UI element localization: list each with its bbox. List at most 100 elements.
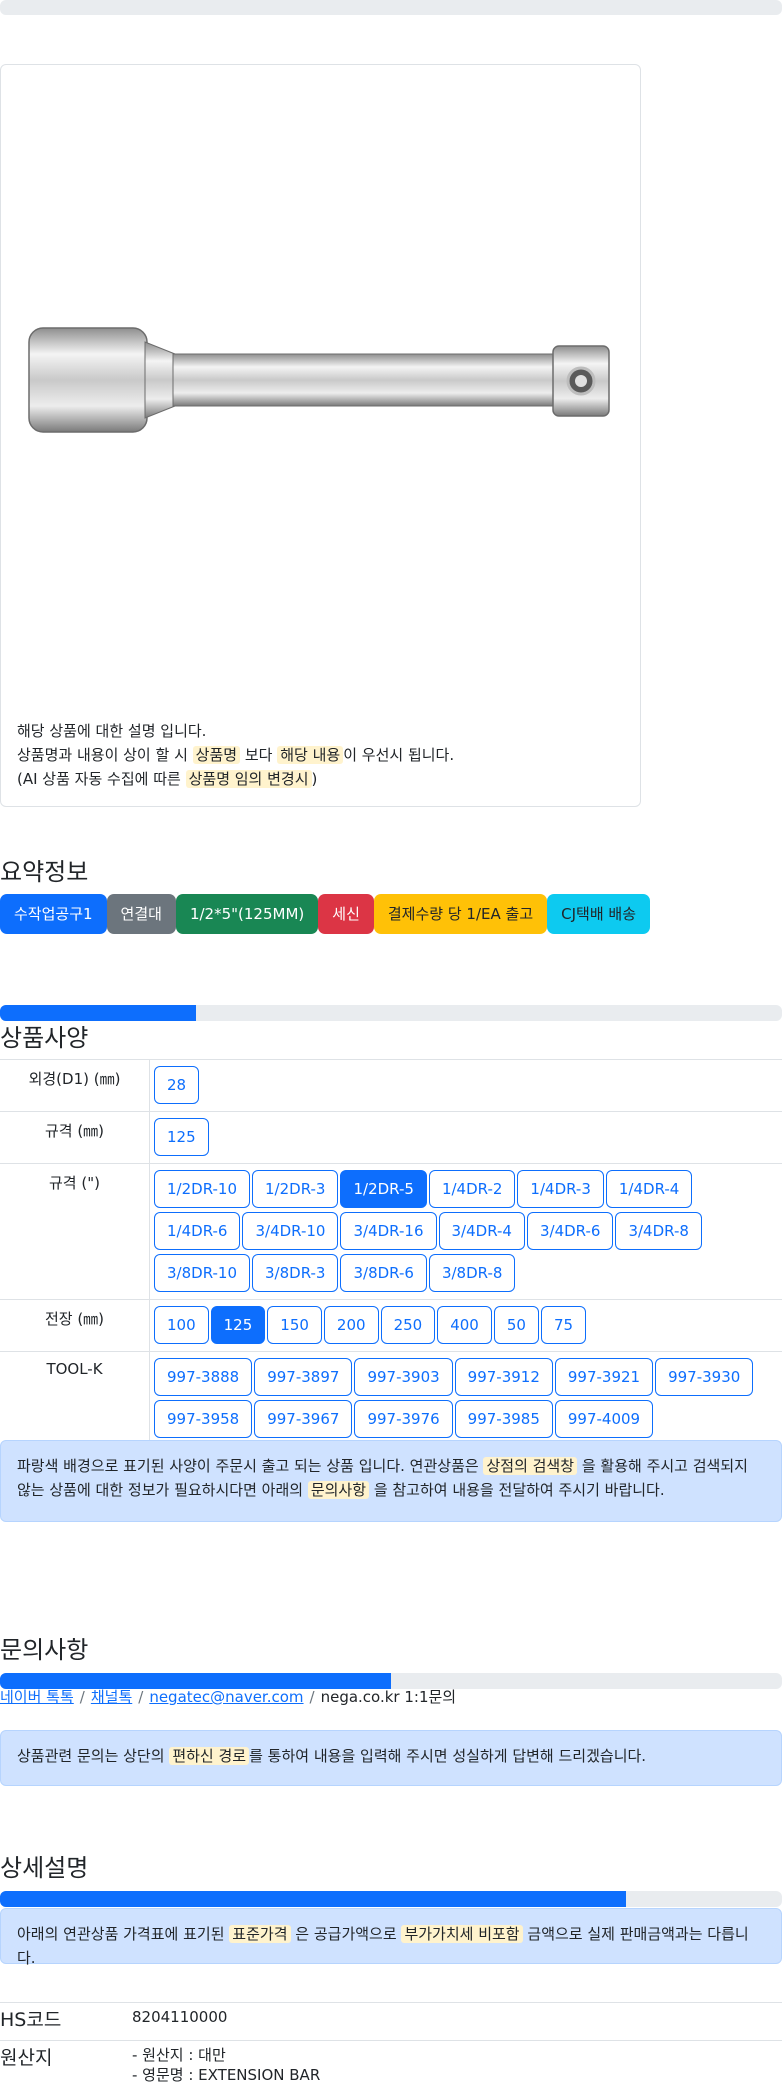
spec-option[interactable]: 1/4DR-2 xyxy=(428,1170,516,1208)
spec-option[interactable]: 3/8DR-3 xyxy=(252,1254,339,1292)
naver-talk-link[interactable]: 네이버 톡톡 xyxy=(0,1688,74,1706)
desc-text: ) xyxy=(311,770,318,788)
spec-option[interactable]: 3/4DR-8 xyxy=(615,1212,702,1250)
spec-option[interactable]: 997-3888 xyxy=(154,1358,253,1396)
spec-option[interactable]: 997-3912 xyxy=(454,1358,553,1396)
one-to-one-inquiry-text: nega.co.kr 1:1문의 xyxy=(320,1688,457,1706)
spec-option-selected[interactable]: 125 xyxy=(210,1306,266,1344)
spec-options: 28 xyxy=(149,1059,782,1112)
notice-text: 를 통하여 내용을 입력해 주시면 성실하게 답변해 드리겠습니다. xyxy=(249,1747,647,1765)
desc-text: 상품명과 내용이 상이 할 시 xyxy=(17,746,188,764)
summary-badge: 연결대 xyxy=(106,894,176,934)
spec-option[interactable]: 3/4DR-4 xyxy=(438,1212,525,1250)
spec-label: TOOL-K xyxy=(0,1351,150,1446)
separator: / xyxy=(79,1688,85,1706)
spec-option[interactable]: 997-3930 xyxy=(655,1358,754,1396)
separator: / xyxy=(138,1688,144,1706)
spec-option[interactable]: 28 xyxy=(154,1066,200,1104)
channel-talk-link[interactable]: 채널톡 xyxy=(91,1688,132,1706)
origin-row: 원산지 - 원산지 : 대만 - 영문명 : EXTENSION BAR xyxy=(0,2040,782,2085)
spec-option[interactable]: 3/8DR-8 xyxy=(428,1254,516,1292)
summary-badges: 수작업공구1 연결대 1/2*5"(125MM) 세신 결제수량 당 1/EA 출고 CJ… xyxy=(0,894,650,934)
spec-option[interactable]: 1/4DR-4 xyxy=(605,1170,693,1208)
spec-option[interactable]: 250 xyxy=(380,1306,436,1344)
inquiry-title: 문의사항 xyxy=(0,1636,89,1664)
spec-label: 규격 (") xyxy=(0,1163,150,1300)
spec-option[interactable]: 1/4DR-6 xyxy=(154,1212,241,1250)
desc-text: 이 우선시 됩니다. xyxy=(343,746,455,764)
separator: / xyxy=(309,1688,315,1706)
detail-title: 상세설명 xyxy=(0,1854,89,1882)
summary-title: 요약정보 xyxy=(0,858,89,886)
summary-badge: 수작업공구1 xyxy=(0,894,107,934)
spec-option-group: 28 xyxy=(154,1064,782,1106)
inquiry-links: 네이버 톡톡 / 채널톡 / negatec@naver.com / nega.co.kr … xyxy=(0,1686,456,1707)
spec-option[interactable]: 400 xyxy=(437,1306,492,1344)
origin-label: 원산지 xyxy=(0,2040,132,2085)
hs-code-label: HS코드 xyxy=(0,2002,132,2041)
spec-option[interactable]: 3/4DR-6 xyxy=(526,1212,614,1250)
spec-option[interactable]: 997-3958 xyxy=(154,1400,253,1438)
spec-option[interactable]: 3/8DR-10 xyxy=(154,1254,251,1292)
spec-option-group: 997-3888 997-3897 997-3903 997-3912 997-3921… xyxy=(154,1356,782,1440)
spec-options: 1/2DR-10 1/2DR-3 1/2DR-5 1/4DR-2 1/4DR-3 1/4D… xyxy=(149,1163,782,1300)
spec-row: TOOL-K 997-3888 997-3897 997-3903 997-3912 99… xyxy=(0,1351,782,1446)
desc-text: 보다 xyxy=(244,746,273,764)
product-image-card: 해당 상품에 대한 설명 입니다. 상품명과 내용이 상이 할 시 상품명 보다… xyxy=(0,64,641,807)
spec-option[interactable]: 997-3921 xyxy=(554,1358,654,1396)
spec-table: 외경(D1) (㎜) 28 규격 (㎜) 125 규격 (") 1/2DR-10 1/2DR… xyxy=(0,1059,782,1446)
spec-option[interactable]: 997-3903 xyxy=(354,1358,453,1396)
english-name-line: - 영문명 : EXTENSION BAR xyxy=(132,2066,321,2084)
spec-option[interactable]: 997-3897 xyxy=(254,1358,353,1396)
spec-option[interactable]: 1/2DR-10 xyxy=(154,1170,251,1208)
specs-title: 상품사양 xyxy=(0,1024,89,1052)
notice-highlight: 편하신 경로 xyxy=(169,1747,250,1765)
notice-text: 상품관련 문의는 상단의 xyxy=(17,1747,165,1765)
notice-text: 을 참고하여 내용을 전달하여 주시기 바랍니다. xyxy=(373,1481,665,1499)
detail-notice: 아래의 연관상품 가격표에 표기된 표준가격 은 공급가액으로 부가가치세 비포… xyxy=(0,1908,782,1967)
product-description: 해당 상품에 대한 설명 입니다. 상품명과 내용이 상이 할 시 상품명 보다… xyxy=(17,719,454,791)
spec-row: 전장 (㎜) 100 125 150 200 250 400 50 75 xyxy=(0,1299,782,1352)
spec-option[interactable]: 100 xyxy=(154,1306,209,1344)
email-link[interactable]: negatec@naver.com xyxy=(149,1688,303,1706)
spec-option[interactable]: 3/4DR-16 xyxy=(340,1212,437,1250)
summary-badge: 1/2*5"(125MM) xyxy=(175,894,319,934)
spec-option-selected[interactable]: 1/2DR-5 xyxy=(340,1170,427,1208)
spec-option[interactable]: 997-3985 xyxy=(454,1400,553,1438)
spec-option[interactable]: 997-3967 xyxy=(254,1400,353,1438)
spec-option[interactable]: 1/2DR-3 xyxy=(252,1170,339,1208)
spec-option[interactable]: 1/4DR-3 xyxy=(517,1170,604,1208)
spec-row: 규격 (") 1/2DR-10 1/2DR-3 1/2DR-5 1/4DR-2 1/4DR… xyxy=(0,1163,782,1300)
spec-label: 외경(D1) (㎜) xyxy=(0,1059,150,1112)
spec-options: 125 xyxy=(149,1111,782,1164)
notice-highlight: 문의사항 xyxy=(307,1481,370,1499)
top-placeholder-bar xyxy=(0,0,782,15)
spec-option[interactable]: 50 xyxy=(493,1306,539,1344)
desc-highlight: 해당 내용 xyxy=(277,746,344,764)
spec-option[interactable]: 125 xyxy=(154,1118,209,1156)
notice-highlight: 표준가격 xyxy=(229,1925,291,1943)
spec-option[interactable]: 3/8DR-6 xyxy=(340,1254,427,1292)
notice-text: 은 공급가액으로 xyxy=(295,1925,397,1943)
notice-text: 아래의 연관상품 가격표에 표기된 xyxy=(17,1925,225,1943)
spec-option[interactable]: 200 xyxy=(323,1306,379,1344)
spec-options: 997-3888 997-3897 997-3903 997-3912 997-3921… xyxy=(149,1351,782,1446)
spec-label: 전장 (㎜) xyxy=(0,1299,150,1352)
extension-bar-image xyxy=(28,327,610,433)
notice-highlight: 상점의 검색창 xyxy=(483,1457,578,1475)
spec-label: 규격 (㎜) xyxy=(0,1111,150,1164)
detail-progress-bar xyxy=(0,1891,782,1907)
notice-highlight: 부가가치세 비포함 xyxy=(401,1925,523,1943)
spec-option[interactable]: 150 xyxy=(267,1306,322,1344)
spec-option[interactable]: 997-4009 xyxy=(554,1400,654,1438)
spec-row: 외경(D1) (㎜) 28 xyxy=(0,1059,782,1112)
summary-badge: 세신 xyxy=(318,894,374,934)
spec-row: 규격 (㎜) 125 xyxy=(0,1111,782,1164)
hs-code-row: HS코드 8204110000 xyxy=(0,2002,782,2041)
specs-progress-bar xyxy=(0,1005,782,1021)
spec-option[interactable]: 3/4DR-10 xyxy=(242,1212,339,1250)
spec-option[interactable]: 997-3976 xyxy=(354,1400,453,1438)
desc-line-1: 해당 상품에 대한 설명 입니다. xyxy=(17,722,207,740)
spec-option[interactable]: 75 xyxy=(540,1306,587,1344)
spec-option-group: 1/2DR-10 1/2DR-3 1/2DR-5 1/4DR-2 1/4DR-3 1/4D… xyxy=(154,1168,782,1294)
